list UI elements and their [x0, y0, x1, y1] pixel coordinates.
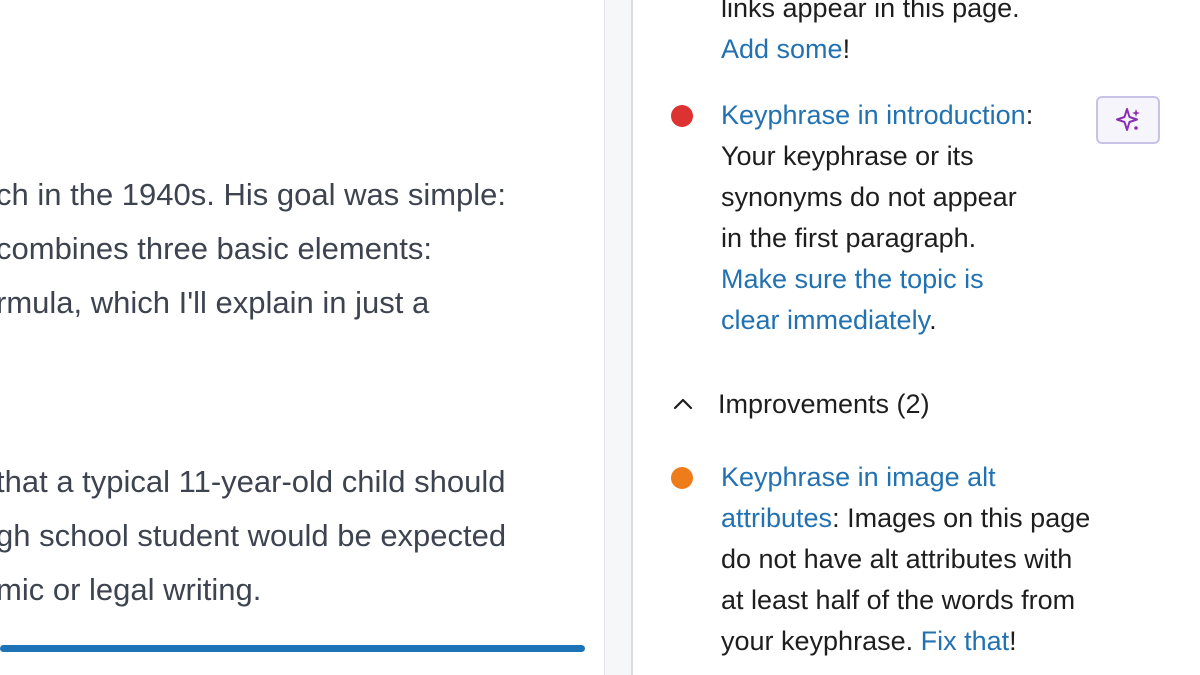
analysis-item-links: links appear in this page. Add some! — [721, 0, 1020, 70]
analysis-text: synonyms do not appear — [721, 182, 1017, 212]
analysis-title-line: attributes: Images on this page — [721, 498, 1090, 539]
make-sure-topic-link[interactable]: Make sure the topic is — [721, 264, 984, 294]
ai-fix-button[interactable] — [1096, 96, 1160, 144]
analysis-title-line: Keyphrase in image alt — [721, 457, 1090, 498]
analysis-title-line: Keyphrase in introduction: — [721, 95, 1033, 136]
analysis-text: links appear in this page. — [721, 0, 1020, 23]
analysis-link-line: clear immediately. — [721, 300, 1033, 341]
improvement-status-icon — [671, 467, 693, 489]
keyphrase-in-introduction-link[interactable]: Keyphrase in introduction — [721, 100, 1026, 130]
add-some-link[interactable]: Add some — [721, 34, 843, 64]
editor-canvas[interactable]: ch in the 1940s. His goal was simple: co… — [0, 0, 604, 675]
improvements-heading: Improvements (2) — [718, 388, 930, 419]
paragraph-line: mic or legal writing. — [0, 572, 262, 607]
analysis-item-keyphrase-introduction: Keyphrase in introduction: Your keyphras… — [721, 95, 1033, 341]
punctuation: ! — [842, 34, 851, 64]
sparkle-icon — [1116, 108, 1140, 131]
paragraph-line: that a typical 11-year-old child should — [0, 464, 506, 499]
analysis-text: do not have alt attributes with — [721, 544, 1073, 574]
chevron-up-icon — [673, 398, 693, 410]
paragraph-line: gh school student would be expected — [0, 518, 507, 553]
keyphrase-image-alt-link[interactable]: attributes — [721, 503, 832, 533]
improvements-toggle[interactable]: Improvements (2) — [670, 384, 930, 424]
punctuation: : — [832, 503, 840, 533]
fix-that-link[interactable]: Fix that — [921, 626, 1010, 656]
pane-divider — [604, 0, 632, 675]
paragraph-block[interactable]: ch in the 1940s. His goal was simple: co… — [0, 168, 604, 330]
punctuation: . — [929, 305, 937, 335]
analysis-text: your keyphrase. — [721, 626, 921, 656]
divider-line — [604, 0, 605, 675]
punctuation: : — [1025, 100, 1034, 130]
paragraph-line: rmula, which I'll explain in just a — [0, 285, 430, 320]
analysis-text: in the first paragraph. — [721, 223, 977, 253]
keyphrase-image-alt-link[interactable]: Keyphrase in image alt — [721, 462, 996, 492]
progress-bar — [0, 645, 585, 652]
make-sure-topic-link[interactable]: clear immediately — [721, 305, 929, 335]
punctuation: ! — [1009, 626, 1017, 656]
problem-status-icon — [671, 105, 693, 127]
paragraph-line: ch in the 1940s. His goal was simple: — [0, 177, 507, 212]
analysis-text: Images on this page — [839, 503, 1091, 533]
analysis-link-line: Make sure the topic is — [721, 259, 1033, 300]
analysis-text: at least half of the words from — [721, 585, 1076, 615]
analysis-text-line: your keyphrase. Fix that! — [721, 621, 1090, 662]
paragraph-line: combines three basic elements: — [0, 231, 432, 266]
analysis-text: Your keyphrase or its — [721, 141, 974, 171]
analysis-text-line: Add some! — [721, 29, 1020, 70]
paragraph-block[interactable]: that a typical 11-year-old child should … — [0, 455, 604, 617]
analysis-item-image-alt: Keyphrase in image alt attributes: Image… — [721, 457, 1090, 662]
